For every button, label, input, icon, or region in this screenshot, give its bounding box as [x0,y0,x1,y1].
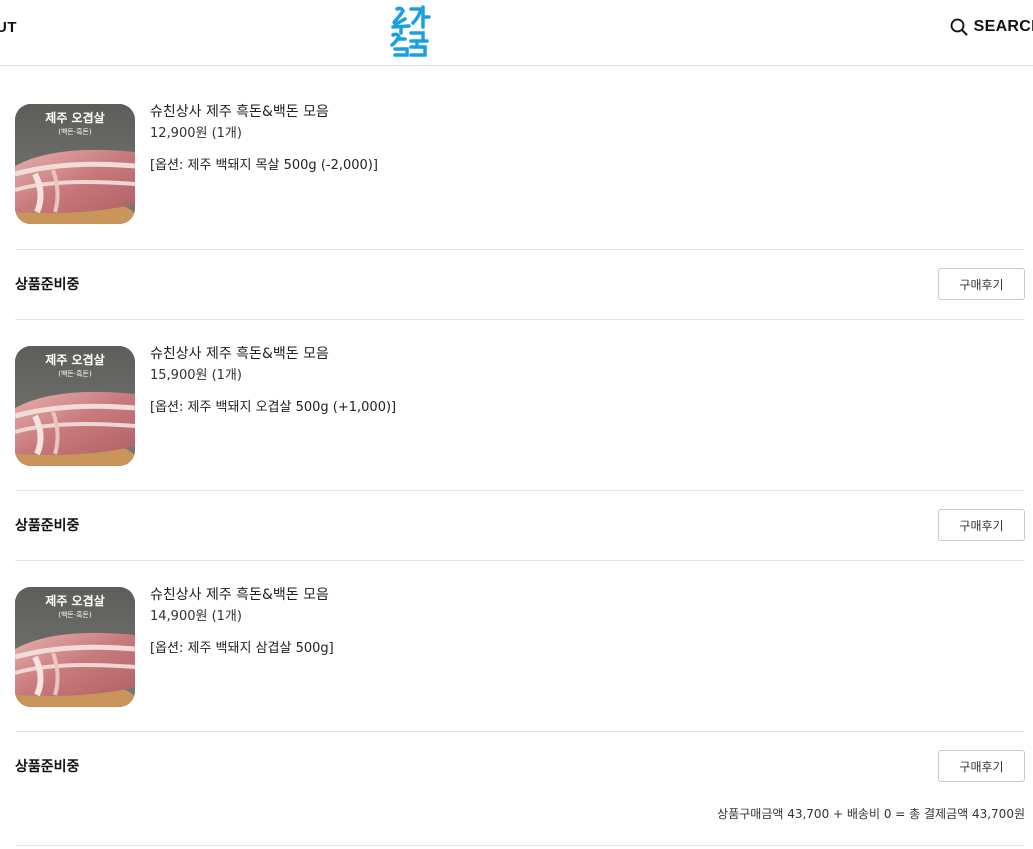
thumb-title: 제주 오겹살 [45,593,104,608]
product-thumbnail[interactable]: 제주 오겹살 (백돈·흑돈) [15,587,135,707]
thumb-subtitle: (백돈·흑돈) [58,610,92,619]
write-review-button[interactable]: 구매후기 [938,750,1025,782]
brand-logo-icon [390,5,431,57]
thumb-title: 제주 오겹살 [45,110,104,125]
order-item-list: 제주 오겹살 (백돈·흑돈) 슈친상사 제주 흑돈&백돈 모음 12,900원 … [15,66,1025,802]
order-item: 제주 오겹살 (백돈·흑돈) 슈친상사 제주 흑돈&백돈 모음 14,900원 … [15,561,1025,732]
pork-belly-image: 제주 오겹살 (백돈·흑돈) [15,587,135,707]
product-option: [옵션: 제주 백돼지 삼겹살 500g] [150,641,334,656]
order-item-info: 슈친상사 제주 흑돈&백돈 모음 14,900원 (1개) [옵션: 제주 백돼… [150,585,334,658]
status-label: 상품준비중 [15,518,80,534]
thumb-title: 제주 오겹살 [45,352,104,367]
order-status-row: 상품준비중 구매후기 [15,491,1025,561]
search-icon [950,18,968,36]
site-header: UT SEARCH [0,0,1033,66]
order-total-summary: 상품구매금액 43,700 + 배송비 0 = 총 결제금액 43,700원 [717,807,1025,821]
pork-belly-image: 제주 오겹살 (백돈·흑돈) [15,104,135,224]
pork-belly-image: 제주 오겹살 (백돈·흑돈) [15,346,135,466]
product-thumbnail[interactable]: 제주 오겹살 (백돈·흑돈) [15,104,135,224]
order-item-info: 슈친상사 제주 흑돈&백돈 모음 12,900원 (1개) [옵션: 제주 백돼… [150,102,378,175]
search-label: SEARCH [973,18,1033,35]
product-name[interactable]: 슈친상사 제주 흑돈&백돈 모음 [150,344,396,364]
product-name[interactable]: 슈친상사 제주 흑돈&백돈 모음 [150,585,334,605]
product-price: 12,900원 (1개) [150,126,242,141]
product-thumbnail[interactable]: 제주 오겹살 (백돈·흑돈) [15,346,135,466]
order-status-row: 상품준비중 구매후기 [15,732,1025,802]
status-label: 상품준비중 [15,277,80,293]
order-item: 제주 오겹살 (백돈·흑돈) 슈친상사 제주 흑돈&백돈 모음 15,900원 … [15,320,1025,491]
status-label: 상품준비중 [15,759,80,775]
search-button[interactable]: SEARCH [950,18,1033,36]
thumb-subtitle: (백돈·흑돈) [58,127,92,136]
order-item-info: 슈친상사 제주 흑돈&백돈 모음 15,900원 (1개) [옵션: 제주 백돼… [150,344,396,417]
product-option: [옵션: 제주 백돼지 오겹살 500g (+1,000)] [150,400,397,415]
divider [15,845,1025,846]
order-status-row: 상품준비중 구매후기 [15,250,1025,320]
product-option: [옵션: 제주 백돼지 목살 500g (-2,000)] [150,158,378,173]
brand-logo[interactable] [389,5,431,57]
write-review-button[interactable]: 구매후기 [938,509,1025,541]
product-price: 15,900원 (1개) [150,368,242,383]
thumb-subtitle: (백돈·흑돈) [58,369,92,378]
product-price: 14,900원 (1개) [150,609,242,624]
write-review-button[interactable]: 구매후기 [938,268,1025,300]
order-item: 제주 오겹살 (백돈·흑돈) 슈친상사 제주 흑돈&백돈 모음 12,900원 … [15,66,1025,250]
nav-link-cut[interactable]: UT [0,19,17,36]
product-name[interactable]: 슈친상사 제주 흑돈&백돈 모음 [150,102,378,122]
